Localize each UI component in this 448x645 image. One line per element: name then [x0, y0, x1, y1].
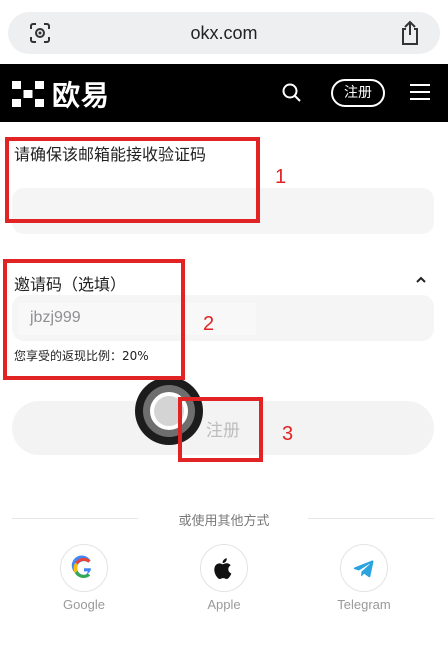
url-text[interactable]: okx.com	[8, 12, 440, 54]
annotation-box-2	[3, 259, 185, 380]
header-register-button[interactable]: 注册	[331, 79, 385, 107]
google-label: Google	[63, 597, 105, 612]
annotation-label-2: 2	[203, 313, 215, 335]
google-login-button[interactable]	[60, 544, 108, 592]
browser-bar: okx.com	[0, 0, 448, 64]
telegram-login-button[interactable]	[340, 544, 388, 592]
telegram-icon	[353, 560, 374, 578]
apple-label: Apple	[207, 597, 241, 612]
scrolled-heading	[12, 108, 282, 122]
alt-login-divider-text: 或使用其他方式	[178, 514, 270, 529]
divider-line	[308, 518, 434, 519]
search-icon[interactable]	[281, 82, 303, 104]
google-icon	[71, 555, 91, 579]
annotation-box-3	[178, 397, 263, 462]
chevron-up-icon[interactable]	[414, 274, 428, 284]
apple-login-button[interactable]	[200, 544, 248, 592]
annotation-label-1: 1	[275, 166, 287, 188]
share-icon[interactable]	[398, 20, 422, 46]
apple-icon	[214, 558, 232, 580]
address-bar[interactable]: okx.com	[8, 12, 440, 54]
okx-logo-icon[interactable]	[12, 81, 44, 107]
annotation-box-1	[5, 137, 260, 223]
telegram-label: Telegram	[337, 597, 391, 612]
menu-icon[interactable]	[410, 83, 430, 101]
annotation-label-3: 3	[282, 423, 294, 445]
